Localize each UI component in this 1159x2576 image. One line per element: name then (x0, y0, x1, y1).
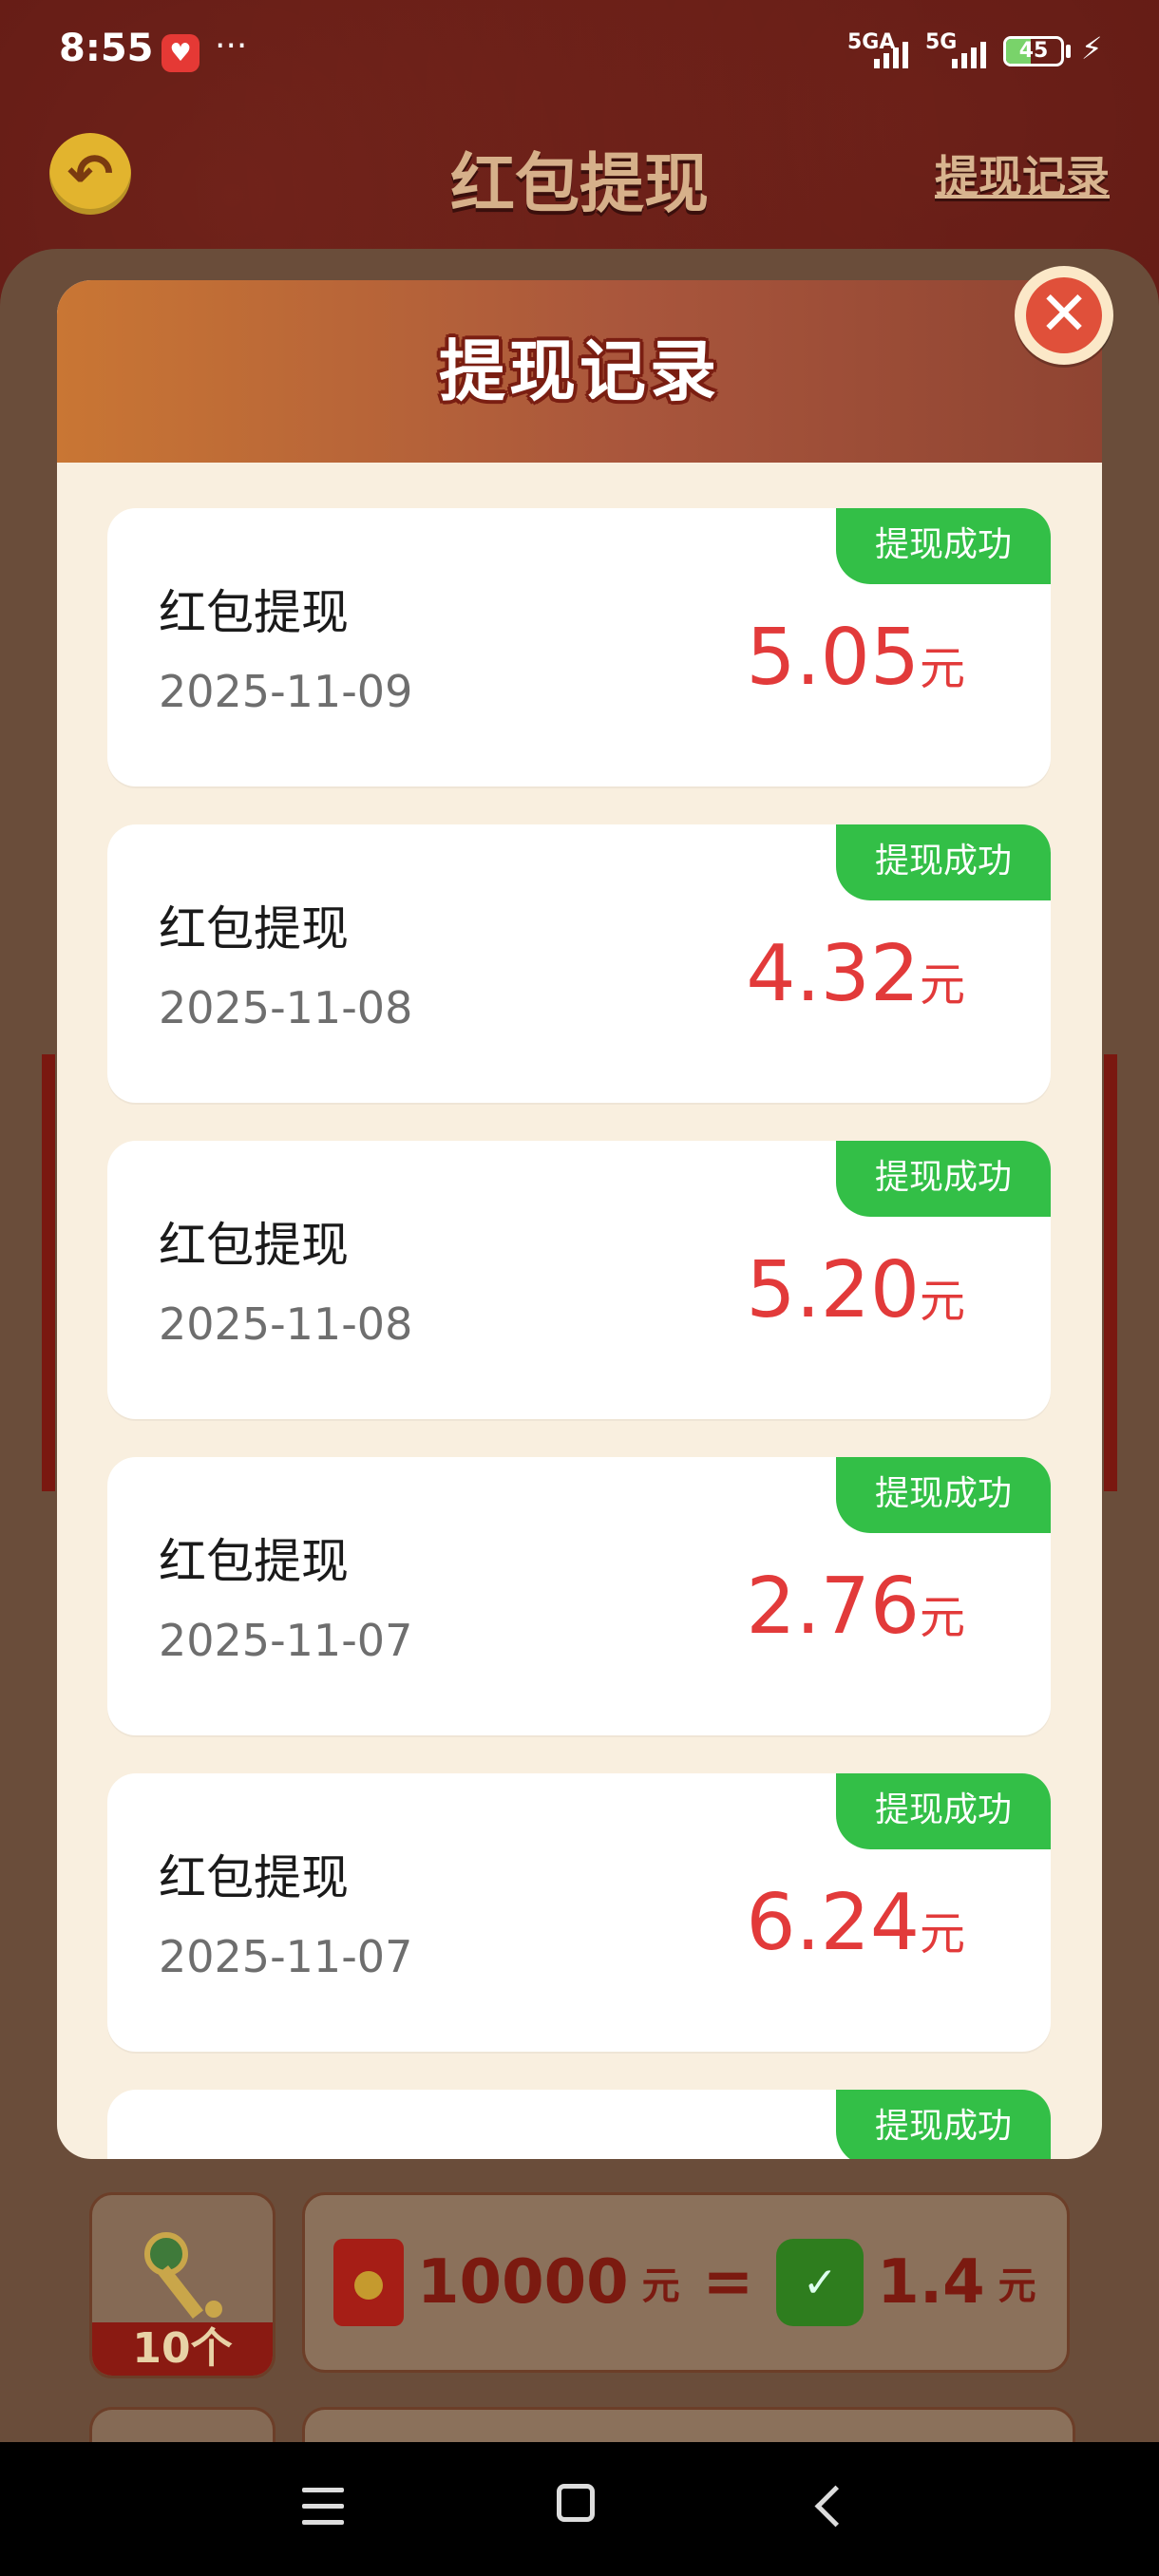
record-name: 红包提现 (159, 1218, 349, 1273)
record-unit: 元 (919, 642, 965, 695)
rate-value: 1.4 (877, 2247, 985, 2318)
status-more-icon: ··· (215, 27, 248, 66)
record-amount: 4.32 (746, 929, 920, 1019)
rate-value-unit: 元 (998, 2264, 1036, 2308)
battery-level: 45 (1018, 39, 1049, 63)
wechat-icon: ✓ (776, 2239, 864, 2326)
status-bar: 8:55 ♥ ··· 5GA 5G 45 ⚡ (0, 0, 1159, 104)
status-time: 8:55 (59, 27, 154, 70)
background-decoration (1104, 1054, 1117, 1491)
record-amount-group: 2.76元 (746, 1562, 965, 1652)
rate-unit: 元 (641, 2264, 680, 2308)
withdraw-records-modal: 提现记录 提现成功 红包提现 2025-11-09 5.05元 提现成功 红包提… (57, 280, 1102, 2159)
system-nav-bar (0, 2442, 1159, 2576)
record-name: 红包提现 (159, 1534, 349, 1589)
key-item-box[interactable]: 10个 (89, 2192, 276, 2378)
status-badge: 提现成功 (836, 2090, 1051, 2159)
record-unit: 元 (919, 958, 965, 1012)
signal-bars-icon (874, 36, 908, 68)
record-amount-group: 5.20元 (746, 1245, 965, 1335)
nav-back-icon[interactable] (814, 2485, 857, 2528)
record-card: 提现成功 红包提现 2025-11-09 5.05元 (107, 508, 1051, 786)
modal-title: 提现记录 (439, 332, 720, 410)
record-date: 2025-11-07 (159, 1615, 413, 1666)
rate-amount: 10000 (417, 2247, 629, 2318)
record-card: 提现成功 红包提现 2025-11-07 2.76元 (107, 1457, 1051, 1735)
record-unit: 元 (919, 1591, 965, 1644)
red-packet-icon (333, 2239, 404, 2326)
record-date: 2025-11-07 (159, 1931, 413, 1982)
status-badge: 提现成功 (836, 508, 1051, 584)
battery-icon: 45 (1003, 36, 1064, 66)
record-amount-group: 6.24元 (746, 1878, 965, 1968)
exchange-rate-box: 10000 元 = ✓ 1.4 元 (302, 2192, 1070, 2373)
status-badge: 提现成功 (836, 1457, 1051, 1533)
record-amount: 6.24 (746, 1878, 920, 1968)
record-amount: 5.20 (746, 1245, 920, 1335)
notification-app-icon: ♥ (162, 34, 200, 72)
close-modal-button[interactable]: ✕ (1015, 266, 1113, 365)
record-amount-group: 5.05元 (746, 613, 965, 703)
record-date: 2025-11-09 (159, 666, 413, 717)
key-item-count: 10个 (92, 2322, 273, 2376)
recent-apps-icon[interactable] (302, 2488, 344, 2526)
record-amount-group: 4.32元 (746, 929, 965, 1019)
withdraw-record-link[interactable]: 提现记录 (935, 142, 1110, 205)
battery-tip (1066, 45, 1071, 58)
record-card: 提现成功 红包提现 2025-11-08 5.20元 (107, 1141, 1051, 1419)
record-name: 红包提现 (159, 1850, 349, 1905)
rate-equals: = (702, 2247, 754, 2318)
record-unit: 元 (919, 1275, 965, 1328)
record-date: 2025-11-08 (159, 1298, 413, 1350)
background-decoration (42, 1054, 55, 1491)
close-icon: ✕ (1026, 277, 1102, 353)
signal-bars-icon (952, 36, 986, 68)
record-name: 红包提现 (159, 585, 349, 640)
record-unit: 元 (919, 1907, 965, 1960)
record-card: 提现成功 红包提现 2025-11-08 4.32元 (107, 824, 1051, 1103)
record-card: 提现成功 红包提现 2025-11-07 6.24元 (107, 1773, 1051, 2052)
record-name: 红包提现 (159, 901, 349, 957)
status-badge: 提现成功 (836, 1141, 1051, 1217)
home-icon[interactable] (557, 2484, 595, 2522)
record-card: 提现成功 (107, 2090, 1051, 2159)
record-amount: 2.76 (746, 1562, 920, 1652)
record-date: 2025-11-08 (159, 982, 413, 1033)
key-icon (144, 2232, 222, 2319)
status-badge: 提现成功 (836, 1773, 1051, 1849)
record-amount: 5.05 (746, 613, 920, 703)
status-badge: 提现成功 (836, 824, 1051, 900)
charging-icon: ⚡ (1081, 30, 1103, 66)
